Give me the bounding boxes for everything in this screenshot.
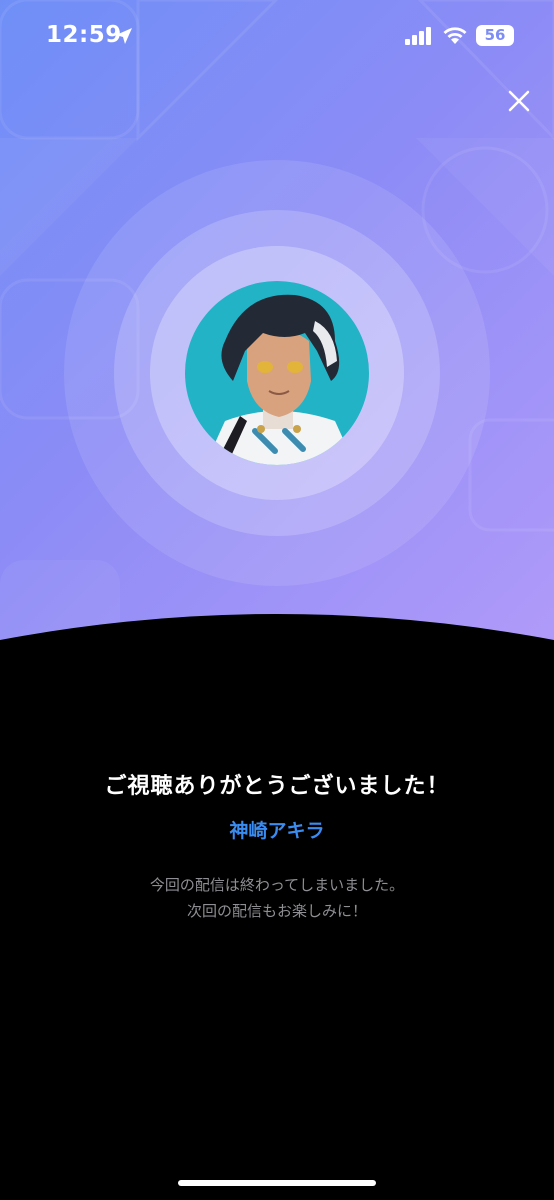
- status-bar: 12:59 56: [0, 0, 554, 74]
- close-icon[interactable]: [504, 86, 534, 116]
- thank-you-title: ご視聴ありがとうございました！: [104, 774, 450, 799]
- message-line-2: 次回の配信もお楽しみに！: [186, 902, 367, 920]
- stream-ended-message: 今回の配信は終わってしまいました。 次回の配信もお楽しみに！: [0, 872, 554, 924]
- hero-background: 12:59 56: [0, 0, 554, 680]
- wifi-icon: [443, 27, 467, 44]
- location-arrow-icon: [116, 28, 132, 44]
- message-line-1: 今回の配信は終わってしまいました。: [149, 876, 405, 894]
- avatar-rings: [64, 160, 490, 586]
- streamer-avatar: [185, 281, 369, 465]
- bottom-sheet-curve: [0, 614, 554, 720]
- battery-indicator: 56: [476, 25, 514, 46]
- stream-ended-screen: 12:59 56 ご視聴ありがとうございました！ 神崎アキラ 今回の配信は終わっ…: [0, 0, 554, 1200]
- streamer-name[interactable]: 神崎アキラ: [0, 816, 554, 843]
- status-time: 12:59: [46, 22, 122, 48]
- cellular-signal-icon: [405, 27, 431, 45]
- home-indicator[interactable]: [178, 1180, 376, 1186]
- anime-character-avatar-icon: [185, 281, 369, 465]
